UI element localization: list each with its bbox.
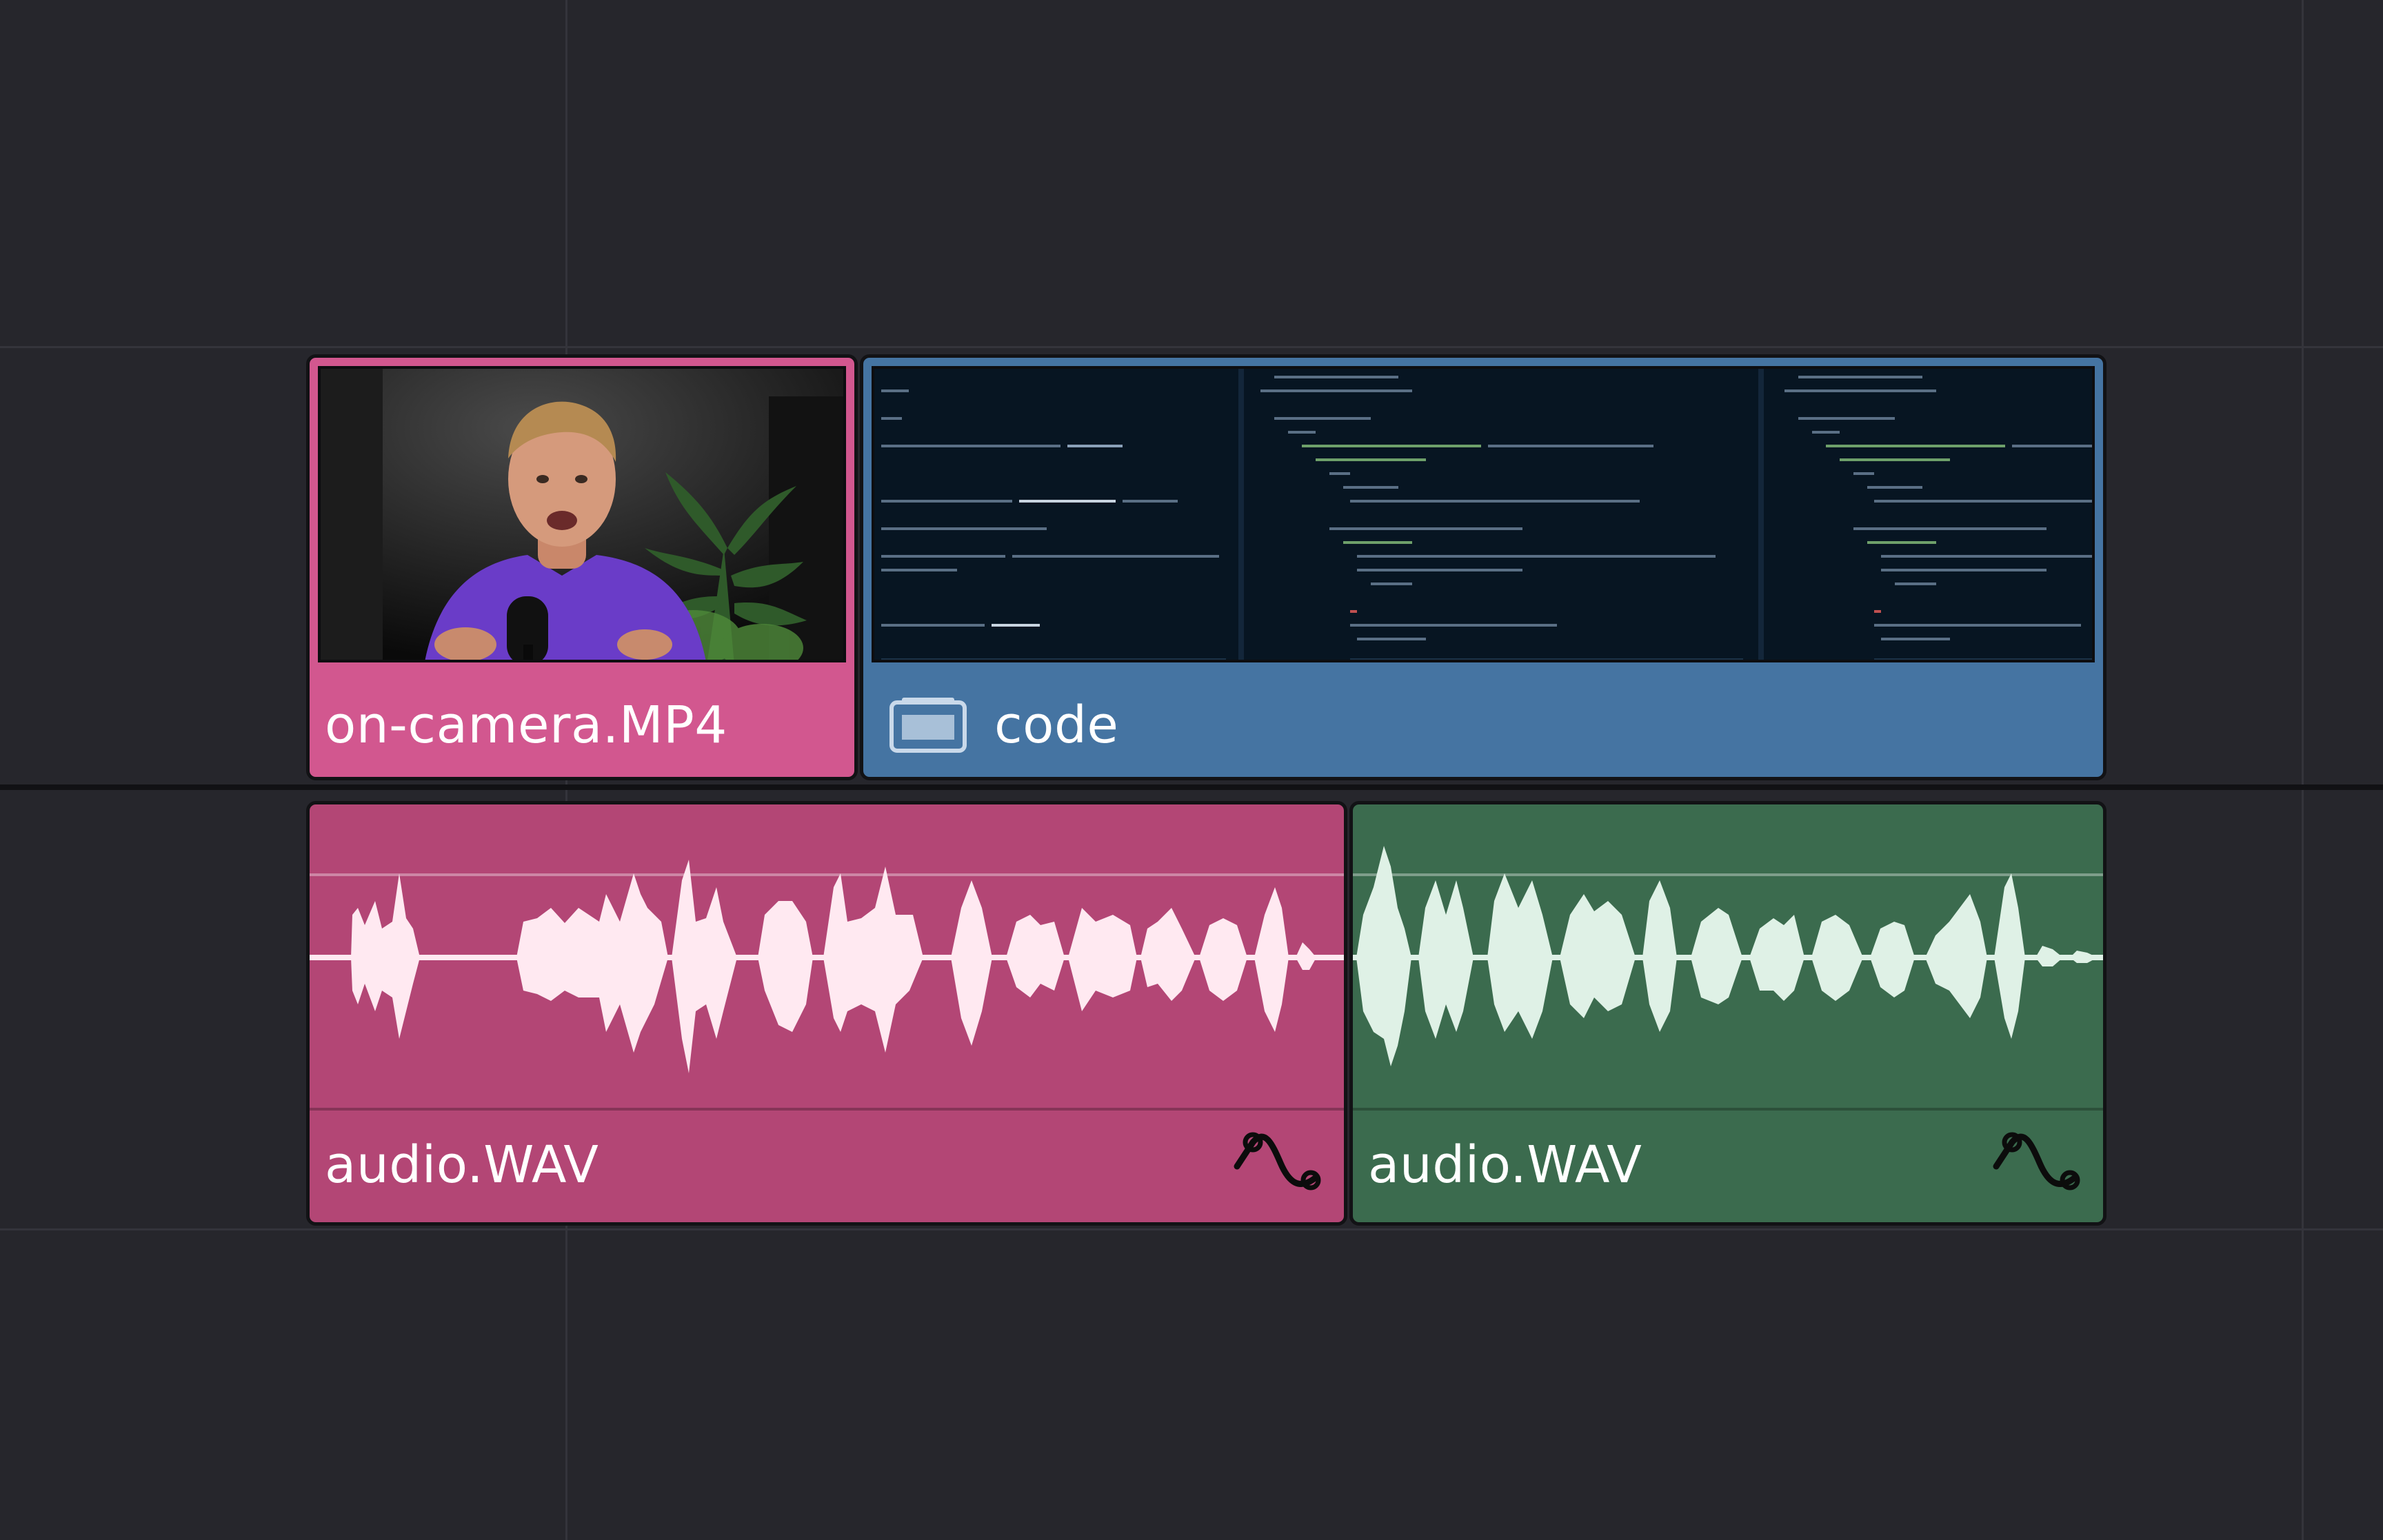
audio-clip-2[interactable]: audio.WAV [1349, 801, 2107, 1226]
code-editor-thumbnail [874, 369, 2092, 660]
video-clip-on-camera[interactable]: on-camera.MP4 [306, 354, 858, 780]
keyframe-curve-icon[interactable] [1234, 1128, 1323, 1197]
compound-clip-icon [889, 698, 967, 753]
clip-name-label: code [994, 696, 1119, 755]
timeline-grid-line [2302, 0, 2304, 1540]
video-thumbnail [318, 366, 846, 662]
person-speaking-thumbnail [321, 369, 843, 660]
clip-name-label: on-camera.MP4 [325, 696, 727, 755]
video-audio-divider [0, 784, 2383, 790]
audio-waveform [1353, 846, 2103, 1066]
video-clip-code[interactable]: code [860, 354, 2107, 780]
keyframe-curve-icon[interactable] [1993, 1128, 2082, 1197]
clip-name-label: audio.WAV [1368, 1135, 1642, 1195]
track-separator [0, 346, 2383, 348]
audio-clip-1[interactable]: audio.WAV [306, 801, 1347, 1226]
audio-waveform [310, 860, 1344, 1073]
clip-name-label: audio.WAV [325, 1135, 599, 1195]
track-separator [0, 1228, 2383, 1230]
code-thumbnail [872, 366, 2095, 662]
